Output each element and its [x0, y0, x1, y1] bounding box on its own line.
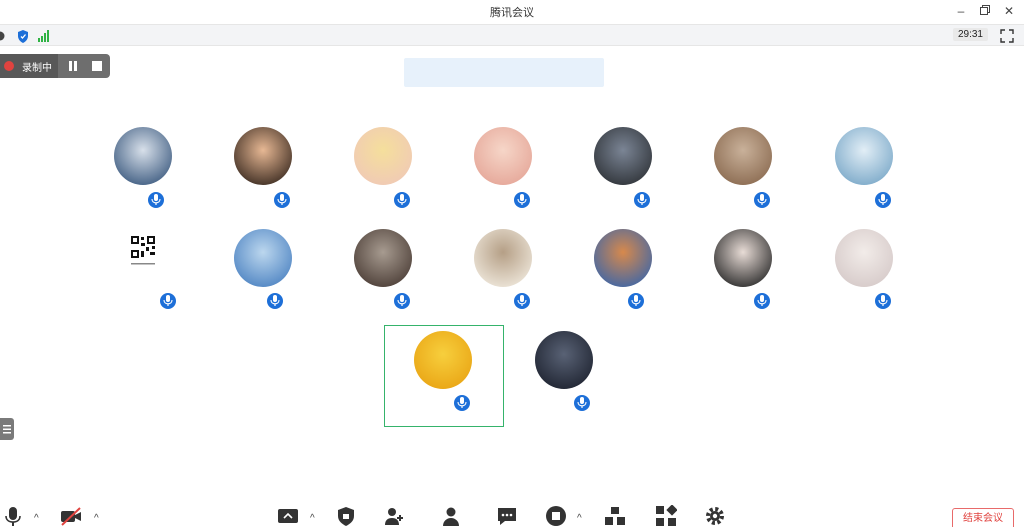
participant-avatar: [535, 331, 593, 389]
participant-avatar: [714, 127, 772, 185]
window-title: 腾讯会议: [490, 7, 534, 19]
fullscreen-icon[interactable]: [1000, 29, 1014, 43]
meeting-info-bar: 29:31: [0, 24, 1024, 46]
security-shield-status-icon[interactable]: [17, 30, 29, 43]
recording-status: 录制中: [0, 54, 58, 78]
mic-status-icon: [148, 192, 164, 208]
mic-status-icon: [754, 293, 770, 309]
participant-avatar: [354, 127, 412, 185]
close-button[interactable]: ✕: [998, 2, 1020, 20]
stop-icon: [92, 61, 102, 71]
share-screen-icon[interactable]: [277, 505, 299, 527]
mic-status-icon: [875, 293, 891, 309]
chat-icon[interactable]: [496, 505, 518, 527]
members-icon[interactable]: [440, 505, 462, 527]
mic-options-caret[interactable]: ^: [34, 513, 39, 524]
video-options-caret[interactable]: ^: [94, 513, 99, 524]
mic-status-icon: [754, 192, 770, 208]
participant-avatar: [835, 229, 893, 287]
microphone-icon[interactable]: [2, 505, 24, 527]
mic-status-icon: [634, 192, 650, 208]
share-options-caret[interactable]: ^: [310, 513, 315, 524]
side-panel-toggle[interactable]: [0, 418, 14, 440]
apps-icon[interactable]: [655, 505, 677, 527]
mic-status-icon: [514, 192, 530, 208]
list-icon: [3, 425, 11, 434]
pause-recording-button[interactable]: [63, 57, 83, 75]
recording-toolbar: 录制中: [0, 54, 110, 78]
participant-avatar: [114, 127, 172, 185]
recording-dot-icon: [4, 61, 14, 71]
stop-recording-button[interactable]: [87, 57, 107, 75]
signal-strength-icon[interactable]: [38, 30, 50, 42]
pause-icon: [69, 61, 77, 71]
settings-icon[interactable]: [704, 505, 726, 527]
security-shield-icon[interactable]: [335, 505, 357, 527]
participant-avatar: [354, 229, 412, 287]
participant-avatar: [594, 229, 652, 287]
notification-banner: [404, 58, 604, 87]
participant-avatar: [474, 229, 532, 287]
minimize-button[interactable]: –: [950, 2, 972, 20]
mic-status-icon: [160, 293, 176, 309]
participant-avatar: [714, 229, 772, 287]
mic-status-icon: [875, 192, 891, 208]
participant-avatar: [474, 127, 532, 185]
record-icon[interactable]: [545, 505, 567, 527]
title-bar: 腾讯会议 – ✕: [0, 0, 1024, 22]
participant-avatar: [234, 127, 292, 185]
qr-code-avatar: [128, 233, 158, 269]
meeting-timer: 29:31: [952, 28, 988, 41]
mic-status-icon: [394, 293, 410, 309]
mic-status-icon: [274, 192, 290, 208]
info-icon[interactable]: [0, 30, 6, 42]
recording-label: 录制中: [22, 63, 52, 74]
end-meeting-button[interactable]: 结束会议: [952, 508, 1014, 527]
camera-off-icon[interactable]: [60, 505, 82, 527]
mic-status-icon: [574, 395, 590, 411]
participant-avatar: [835, 127, 893, 185]
invite-icon[interactable]: [383, 505, 405, 527]
participant-avatar: [594, 127, 652, 185]
record-options-caret[interactable]: ^: [577, 513, 582, 524]
mic-status-icon: [267, 293, 283, 309]
restore-icon: [980, 5, 990, 15]
restore-button[interactable]: [974, 2, 996, 20]
layout-icon[interactable]: [604, 505, 626, 527]
active-speaker-frame: [384, 325, 504, 427]
mic-status-icon: [514, 293, 530, 309]
participant-avatar: [234, 229, 292, 287]
mic-status-icon: [394, 192, 410, 208]
mic-status-icon: [628, 293, 644, 309]
